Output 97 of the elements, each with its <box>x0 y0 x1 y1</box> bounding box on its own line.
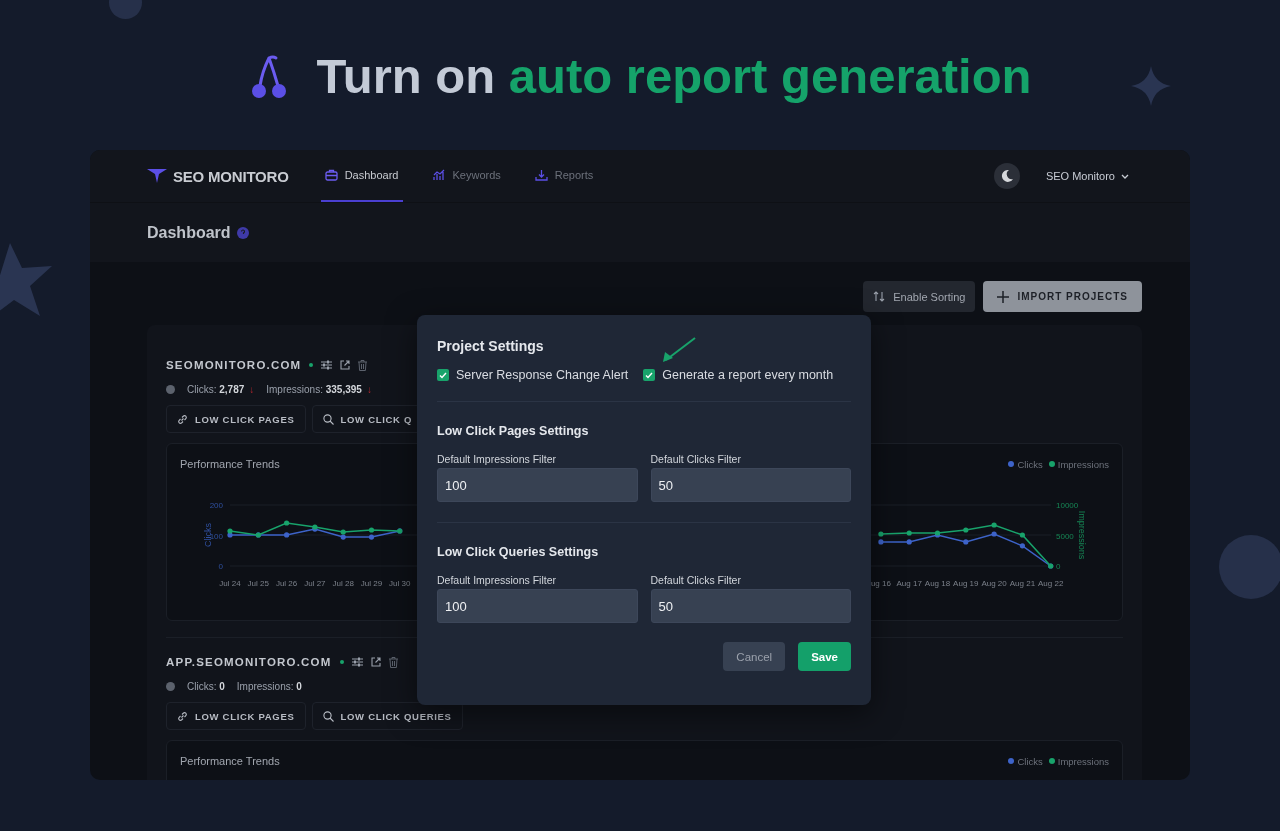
project-domain: APP.SEOMONITORO.COM <box>166 656 332 668</box>
data-point <box>878 539 884 545</box>
axis-tick-label: Jul 27 <box>304 579 326 588</box>
headline: Turn on auto report generation <box>316 48 1032 104</box>
legend-label: Impressions <box>1057 755 1109 767</box>
axis-tick-label: 10000 <box>1056 501 1079 510</box>
page-title: Dashboard <box>147 223 231 242</box>
logo-icon <box>147 169 167 183</box>
section-title: Low Click Queries Settings <box>437 545 600 559</box>
external-link-icon[interactable] <box>370 657 381 667</box>
axis-tick-label: Jul 29 <box>360 579 383 588</box>
input-field[interactable]: 100 <box>437 468 638 502</box>
data-point <box>1019 543 1025 549</box>
chart-icon <box>432 169 446 181</box>
external-link-icon[interactable] <box>340 360 351 370</box>
input-field[interactable]: 50 <box>650 468 851 502</box>
section-title: Low Click Pages Settings <box>437 424 590 438</box>
status-dot <box>309 363 314 367</box>
checkbox[interactable] <box>437 369 449 381</box>
trash-icon[interactable] <box>358 359 368 371</box>
axis-tick-label: 200 <box>209 501 223 510</box>
stat-text: Impressions: 0 <box>236 681 302 692</box>
dialog-button[interactable]: Cancel <box>723 642 786 671</box>
account-menu[interactable]: SEO Monitoro <box>1041 166 1133 186</box>
axis-title: Impressions <box>1077 510 1087 560</box>
data-point <box>1019 532 1025 538</box>
briefcase-icon <box>324 169 338 181</box>
chart-title: Performance Trends <box>180 458 280 470</box>
axis-tick-label: Jul 30 <box>389 579 411 588</box>
checkbox[interactable] <box>643 369 656 381</box>
trend-arrow: ↓ <box>366 384 372 395</box>
stat-text: Clicks: 2,787 <box>187 384 245 395</box>
dialog-title: Project Settings <box>437 338 544 354</box>
axis-tick-label: Jul 28 <box>332 579 354 588</box>
report-button[interactable]: LOW CLICK PAGES <box>166 702 306 730</box>
data-point <box>963 539 969 545</box>
field-label: Default Impressions Filter <box>437 453 558 465</box>
field-label: Default Impressions Filter <box>437 574 558 586</box>
field-label: Default Clicks Filter <box>650 453 742 465</box>
sort-icon <box>873 291 886 302</box>
axis-tick-label: Aug 20 <box>981 579 1007 588</box>
data-point <box>906 530 912 536</box>
axis-tick-label: Aug 17 <box>896 579 922 588</box>
search-icon <box>322 413 334 425</box>
input-field[interactable]: 50 <box>650 589 851 623</box>
data-point <box>284 532 290 538</box>
axis-tick-label: ug 16 <box>870 579 891 588</box>
axis-tick-label: Aug 18 <box>924 579 951 588</box>
action-button[interactable]: IMPORT PROJECTS <box>983 281 1142 312</box>
link-icon <box>177 413 188 425</box>
input-field[interactable]: 100 <box>437 589 638 623</box>
settings-icon[interactable] <box>351 657 363 667</box>
axis-tick-label: Aug 22 <box>1038 579 1064 588</box>
axis-tick-label: 0 <box>1056 562 1061 571</box>
axis-tick-label: 5000 <box>1056 531 1074 541</box>
stat-text: Clicks: 0 <box>187 681 225 692</box>
decorative-star <box>1130 65 1172 107</box>
axis-tick-label: 0 <box>218 562 223 571</box>
field-label: Default Clicks Filter <box>650 574 742 586</box>
stat-text: Impressions: 335,395 <box>266 384 362 395</box>
axis-tick-label: Jul 24 <box>219 579 241 588</box>
settings-icon[interactable] <box>321 360 333 370</box>
data-point <box>963 527 969 533</box>
info-icon <box>166 682 175 691</box>
plus-icon <box>997 290 1010 303</box>
axis-tick-label: Aug 21 <box>1009 579 1036 588</box>
chart-title: Performance Trends <box>180 755 280 767</box>
action-button[interactable]: Enable Sorting <box>863 281 976 312</box>
data-point <box>906 539 912 545</box>
link-icon <box>177 710 188 722</box>
trash-icon[interactable] <box>388 656 398 668</box>
trend-arrow: ↓ <box>249 384 255 395</box>
data-point <box>878 531 884 537</box>
search-icon <box>322 710 334 722</box>
data-point <box>284 520 290 526</box>
axis-tick-label: Jul 25 <box>247 579 269 588</box>
chevron-down-icon <box>1121 173 1129 179</box>
project-domain: SEOMONITORO.COM <box>166 359 302 371</box>
axis-tick-label: Aug 19 <box>953 579 979 588</box>
nav-tab[interactable]: Reports <box>530 150 598 202</box>
legend-label: Clicks <box>1017 755 1043 767</box>
legend-label: Clicks <box>1017 458 1043 470</box>
dark-mode-moon-icon[interactable] <box>993 163 1020 189</box>
data-point <box>991 531 997 537</box>
report-button[interactable]: LOW CLICK QUERIES <box>311 702 463 730</box>
data-point <box>991 522 997 528</box>
report-button[interactable]: LOW CLICK PAGES <box>166 405 306 433</box>
checkbox-label: Generate a report every month <box>662 368 834 382</box>
legend-label: Impressions <box>1057 458 1109 470</box>
status-dot <box>339 660 344 664</box>
nav-tab[interactable]: Keywords <box>428 150 505 202</box>
arrow-annotation <box>662 337 696 363</box>
brand-name: SEO MONITORO <box>173 167 289 185</box>
axis-tick-label: Jul 26 <box>275 579 298 588</box>
checkbox-label: Server Response Change Alert <box>456 368 629 382</box>
download-icon <box>534 169 548 181</box>
info-icon <box>166 385 175 394</box>
